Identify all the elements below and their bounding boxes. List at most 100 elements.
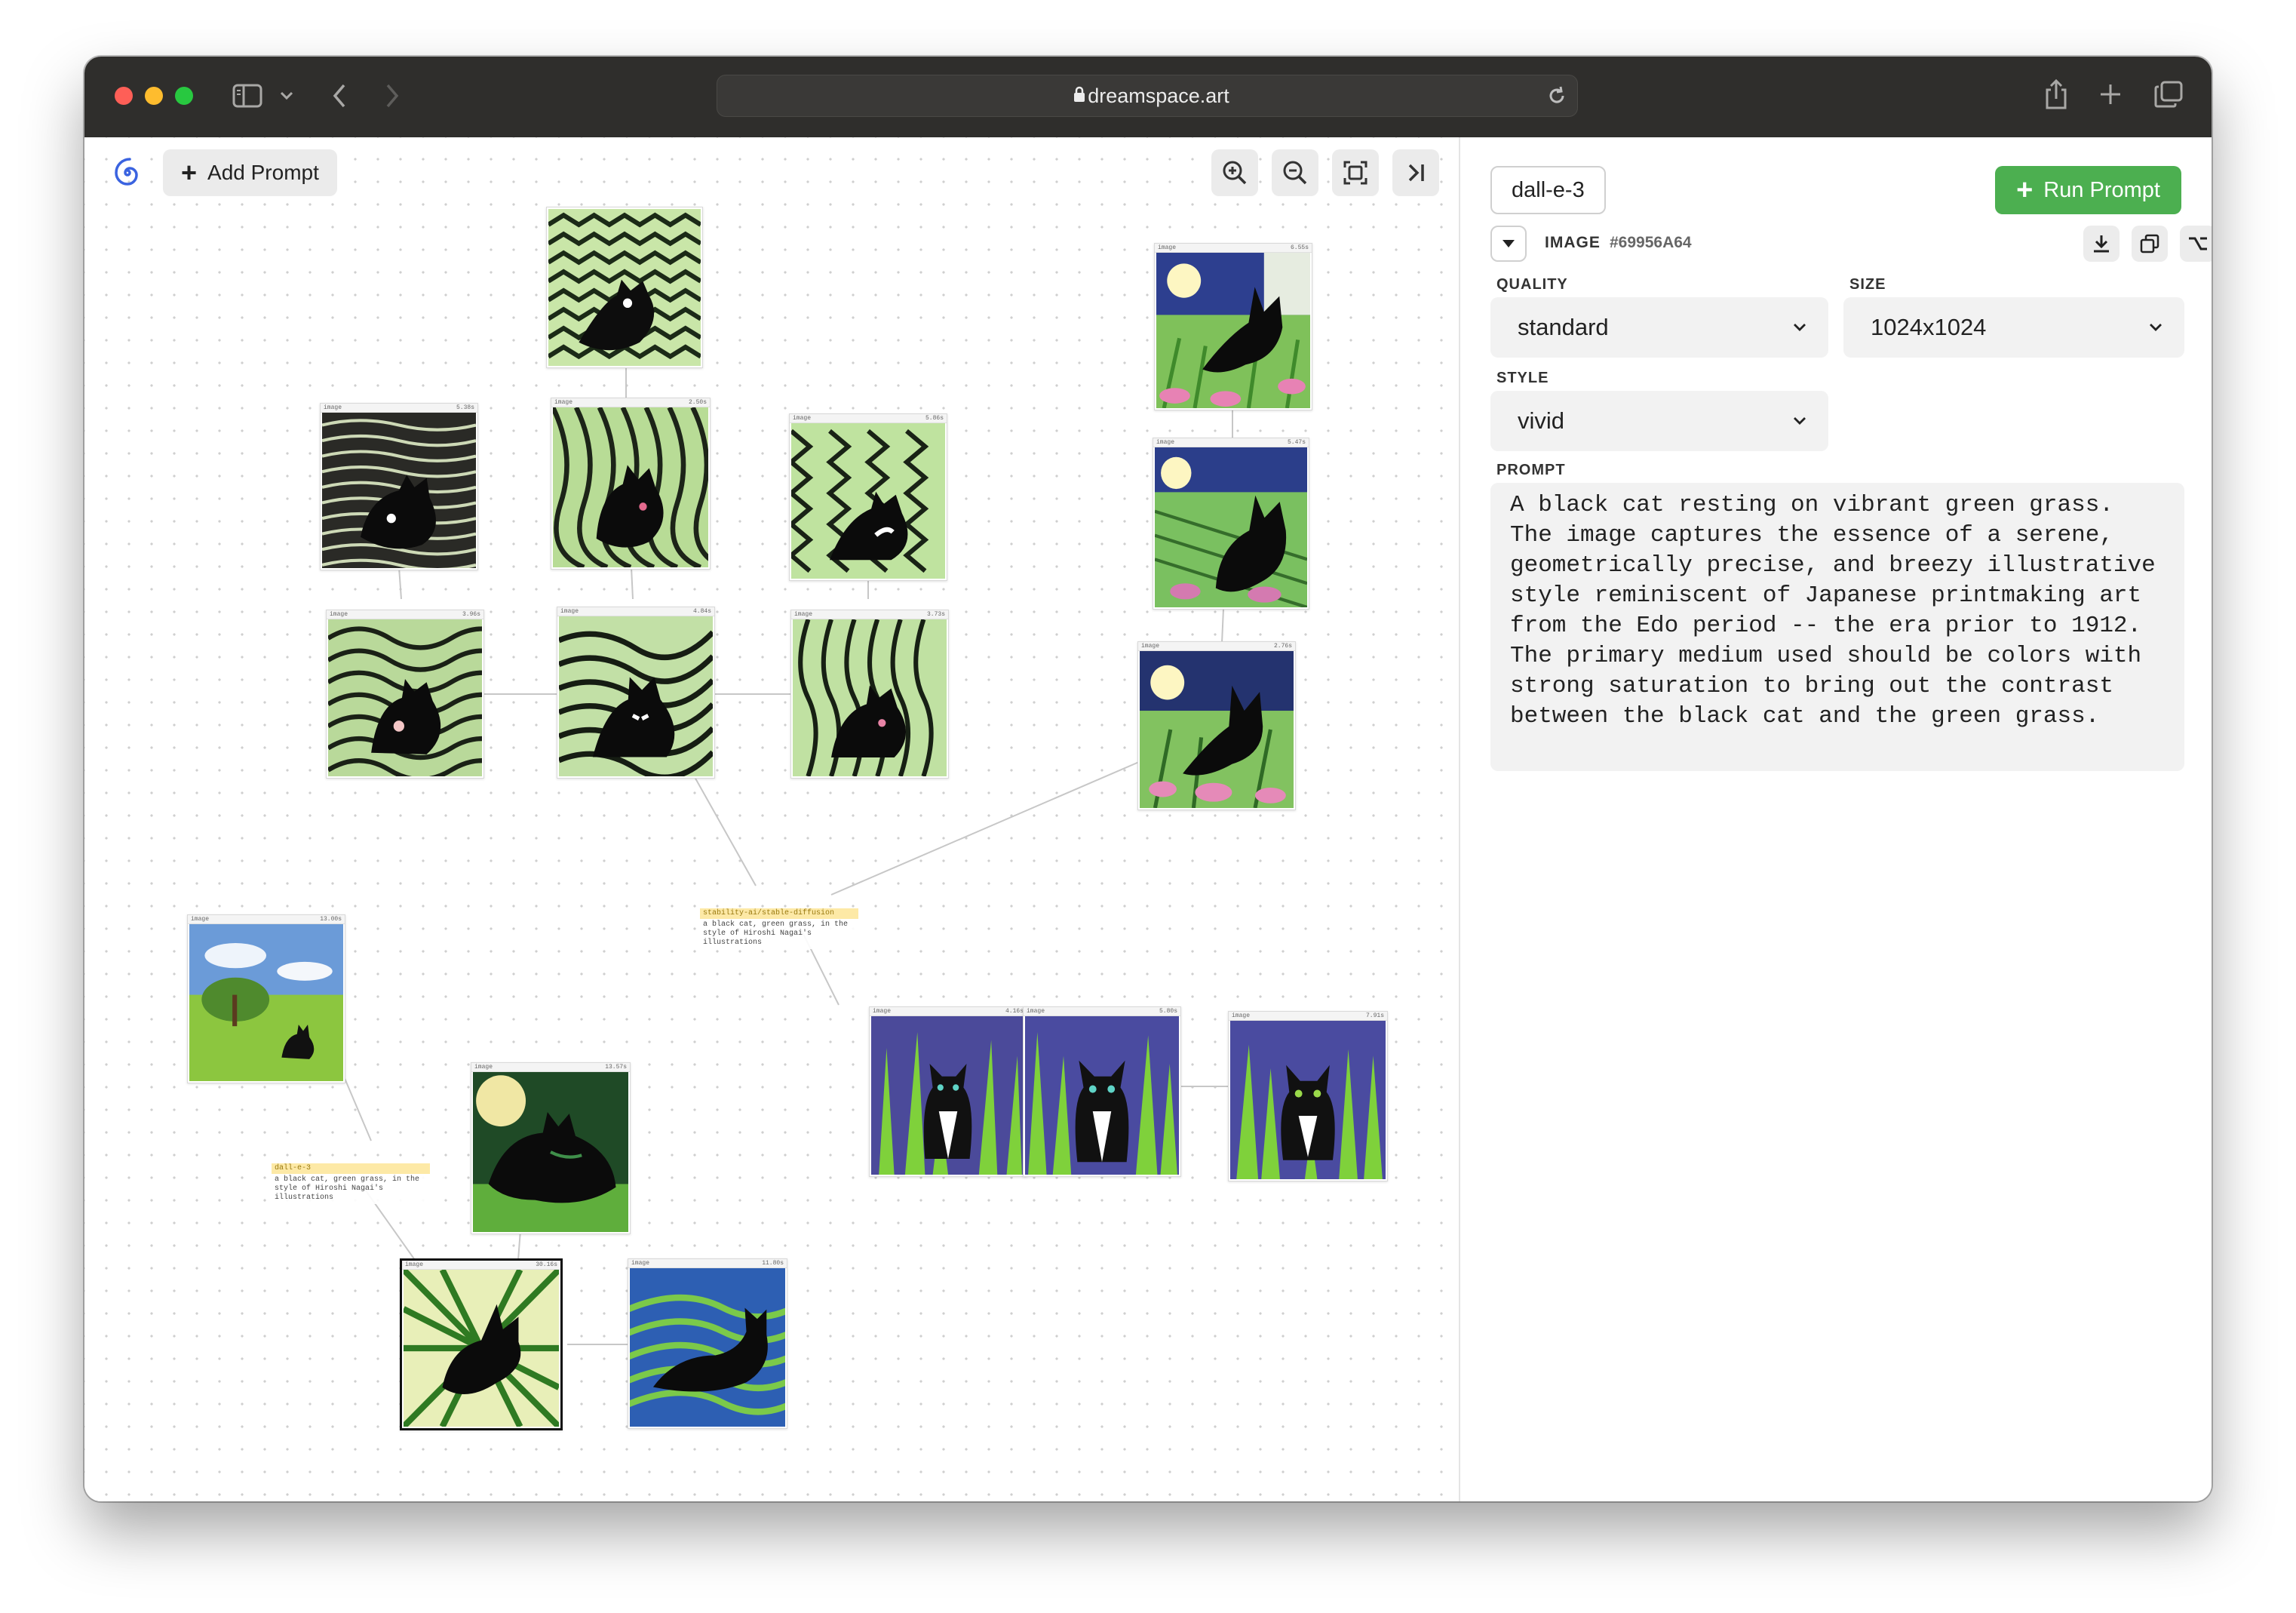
share-icon[interactable] (2043, 78, 2070, 111)
image-node[interactable]: image 2.76s (1137, 641, 1296, 810)
node-type-label: image (1158, 244, 1177, 251)
node-type-label: image (794, 611, 813, 618)
generated-image (1230, 1021, 1386, 1179)
option-key-icon (2189, 237, 2207, 250)
generated-image (871, 1016, 1025, 1175)
node-time-label: 4.16s (1005, 1008, 1024, 1015)
branch-button[interactable] (2180, 226, 2212, 262)
forward-icon[interactable] (383, 82, 401, 109)
generated-image (1156, 253, 1310, 408)
close-window-button[interactable] (115, 87, 133, 105)
tab-overview-icon[interactable] (2154, 81, 2183, 108)
graph-canvas[interactable]: + Add Prompt image 5.38s image 2.50s ima… (84, 137, 1459, 1501)
node-type-label: image (474, 1064, 493, 1071)
caret-down-icon (1503, 240, 1515, 247)
image-node[interactable] (546, 207, 703, 368)
node-time-label: 13.57s (605, 1064, 627, 1071)
image-node[interactable]: image 6.55s (1154, 243, 1312, 410)
generated-image (473, 1072, 628, 1232)
node-time-label: 7.91s (1365, 1012, 1384, 1019)
image-node[interactable]: image 13.57s (471, 1062, 631, 1234)
generated-image (630, 1268, 785, 1427)
new-tab-icon[interactable] (2098, 82, 2123, 106)
generated-image (1140, 651, 1294, 808)
quality-value: standard (1518, 314, 1609, 340)
image-node[interactable]: image 4.16s (869, 1006, 1027, 1177)
prompt-node-text: a black cat, green grass, in the style o… (700, 919, 858, 949)
generated-image (404, 1270, 559, 1427)
generated-image (548, 209, 701, 366)
prompt-node[interactable]: dall-e-3 a black cat, green grass, in th… (272, 1163, 430, 1204)
generated-image (1155, 447, 1307, 607)
image-node[interactable]: image 13.00s (187, 914, 345, 1083)
chevron-down-icon (2150, 324, 2162, 331)
image-node[interactable]: image 4.84s (557, 607, 715, 779)
node-time-label: 2.50s (688, 399, 707, 406)
node-time-label: 11.80s (762, 1260, 784, 1267)
address-bar[interactable]: dreamspace.art (717, 75, 1578, 117)
node-time-label: 30.16s (536, 1261, 557, 1268)
download-button[interactable] (2083, 226, 2120, 262)
image-node[interactable]: image 7.91s (1228, 1011, 1388, 1181)
size-label: SIZE (1849, 276, 1886, 293)
node-time-label: 13.00s (320, 916, 342, 923)
chevron-down-icon[interactable] (279, 90, 294, 102)
run-prompt-label: Run Prompt (2043, 177, 2160, 202)
browser-titlebar: dreamspace.art (84, 57, 2212, 137)
generated-image (553, 407, 708, 567)
image-node[interactable]: image 5.38s (320, 403, 478, 570)
generated-image (328, 619, 482, 776)
style-select[interactable]: vivid (1490, 391, 1828, 451)
node-time-label: 4.84s (692, 608, 711, 615)
prompt-node[interactable]: stability-ai/stable-diffusion a black ca… (700, 908, 858, 949)
node-type-label: image (1027, 1008, 1045, 1015)
image-node[interactable]: image 3.96s (326, 610, 484, 779)
generated-image (322, 413, 476, 568)
chevron-down-icon (1794, 324, 1806, 331)
run-prompt-button[interactable]: + Run Prompt (1995, 166, 2181, 214)
node-type-label: image (793, 415, 812, 422)
style-value: vivid (1518, 407, 1565, 434)
node-type-label: image (405, 1261, 424, 1268)
minimize-window-button[interactable] (145, 87, 163, 105)
generated-image (1025, 1016, 1179, 1175)
generated-image (793, 619, 947, 776)
reload-icon[interactable] (1546, 84, 1568, 107)
image-node[interactable]: image 5.47s (1153, 438, 1309, 610)
node-type-label: image (631, 1260, 650, 1267)
prompt-node-text: a black cat, green grass, in the style o… (272, 1174, 430, 1204)
maximize-window-button[interactable] (175, 87, 193, 105)
size-select[interactable]: 1024x1024 (1843, 297, 2184, 358)
size-value: 1024x1024 (1871, 314, 1987, 340)
prompt-label: PROMPT (1496, 462, 1566, 478)
model-selector-button[interactable]: dall-e-3 (1490, 166, 1606, 214)
style-label: STYLE (1496, 370, 1549, 386)
image-node-selected[interactable]: image 30.16s (400, 1258, 563, 1430)
generated-image (791, 423, 945, 579)
node-type-label: image (191, 916, 210, 923)
prompt-node-model: dall-e-3 (272, 1163, 430, 1174)
node-type-label: image (873, 1008, 892, 1015)
node-time-label: 3.73s (926, 611, 945, 618)
node-id-label: #69956A64 (1610, 234, 1692, 251)
prompt-textarea[interactable]: A black cat resting on vibrant green gra… (1490, 483, 2184, 771)
node-type-label: image (1232, 1012, 1251, 1019)
image-node[interactable]: image 5.80s (1023, 1006, 1181, 1177)
node-time-label: 3.96s (462, 611, 480, 618)
image-node[interactable]: image 3.73s (790, 610, 949, 779)
node-time-label: 6.55s (1290, 244, 1309, 251)
node-time-label: 5.47s (1287, 439, 1306, 446)
node-type-label: image (1141, 643, 1160, 650)
browser-window: dreamspace.art + Add Prompt image 5.38s … (84, 57, 2212, 1501)
image-node[interactable]: image 5.86s (789, 413, 947, 581)
collapse-node-button[interactable] (1490, 226, 1527, 262)
image-node[interactable]: image 2.50s (551, 398, 711, 570)
node-type-label: image (330, 611, 348, 618)
plus-icon: + (2016, 174, 2034, 206)
back-icon[interactable] (330, 82, 348, 109)
image-node[interactable]: image 11.80s (628, 1258, 787, 1429)
sidebar-toggle-icon[interactable] (232, 84, 262, 108)
duplicate-button[interactable] (2132, 226, 2168, 262)
node-time-label: 5.38s (456, 404, 474, 411)
quality-select[interactable]: standard (1490, 297, 1828, 358)
